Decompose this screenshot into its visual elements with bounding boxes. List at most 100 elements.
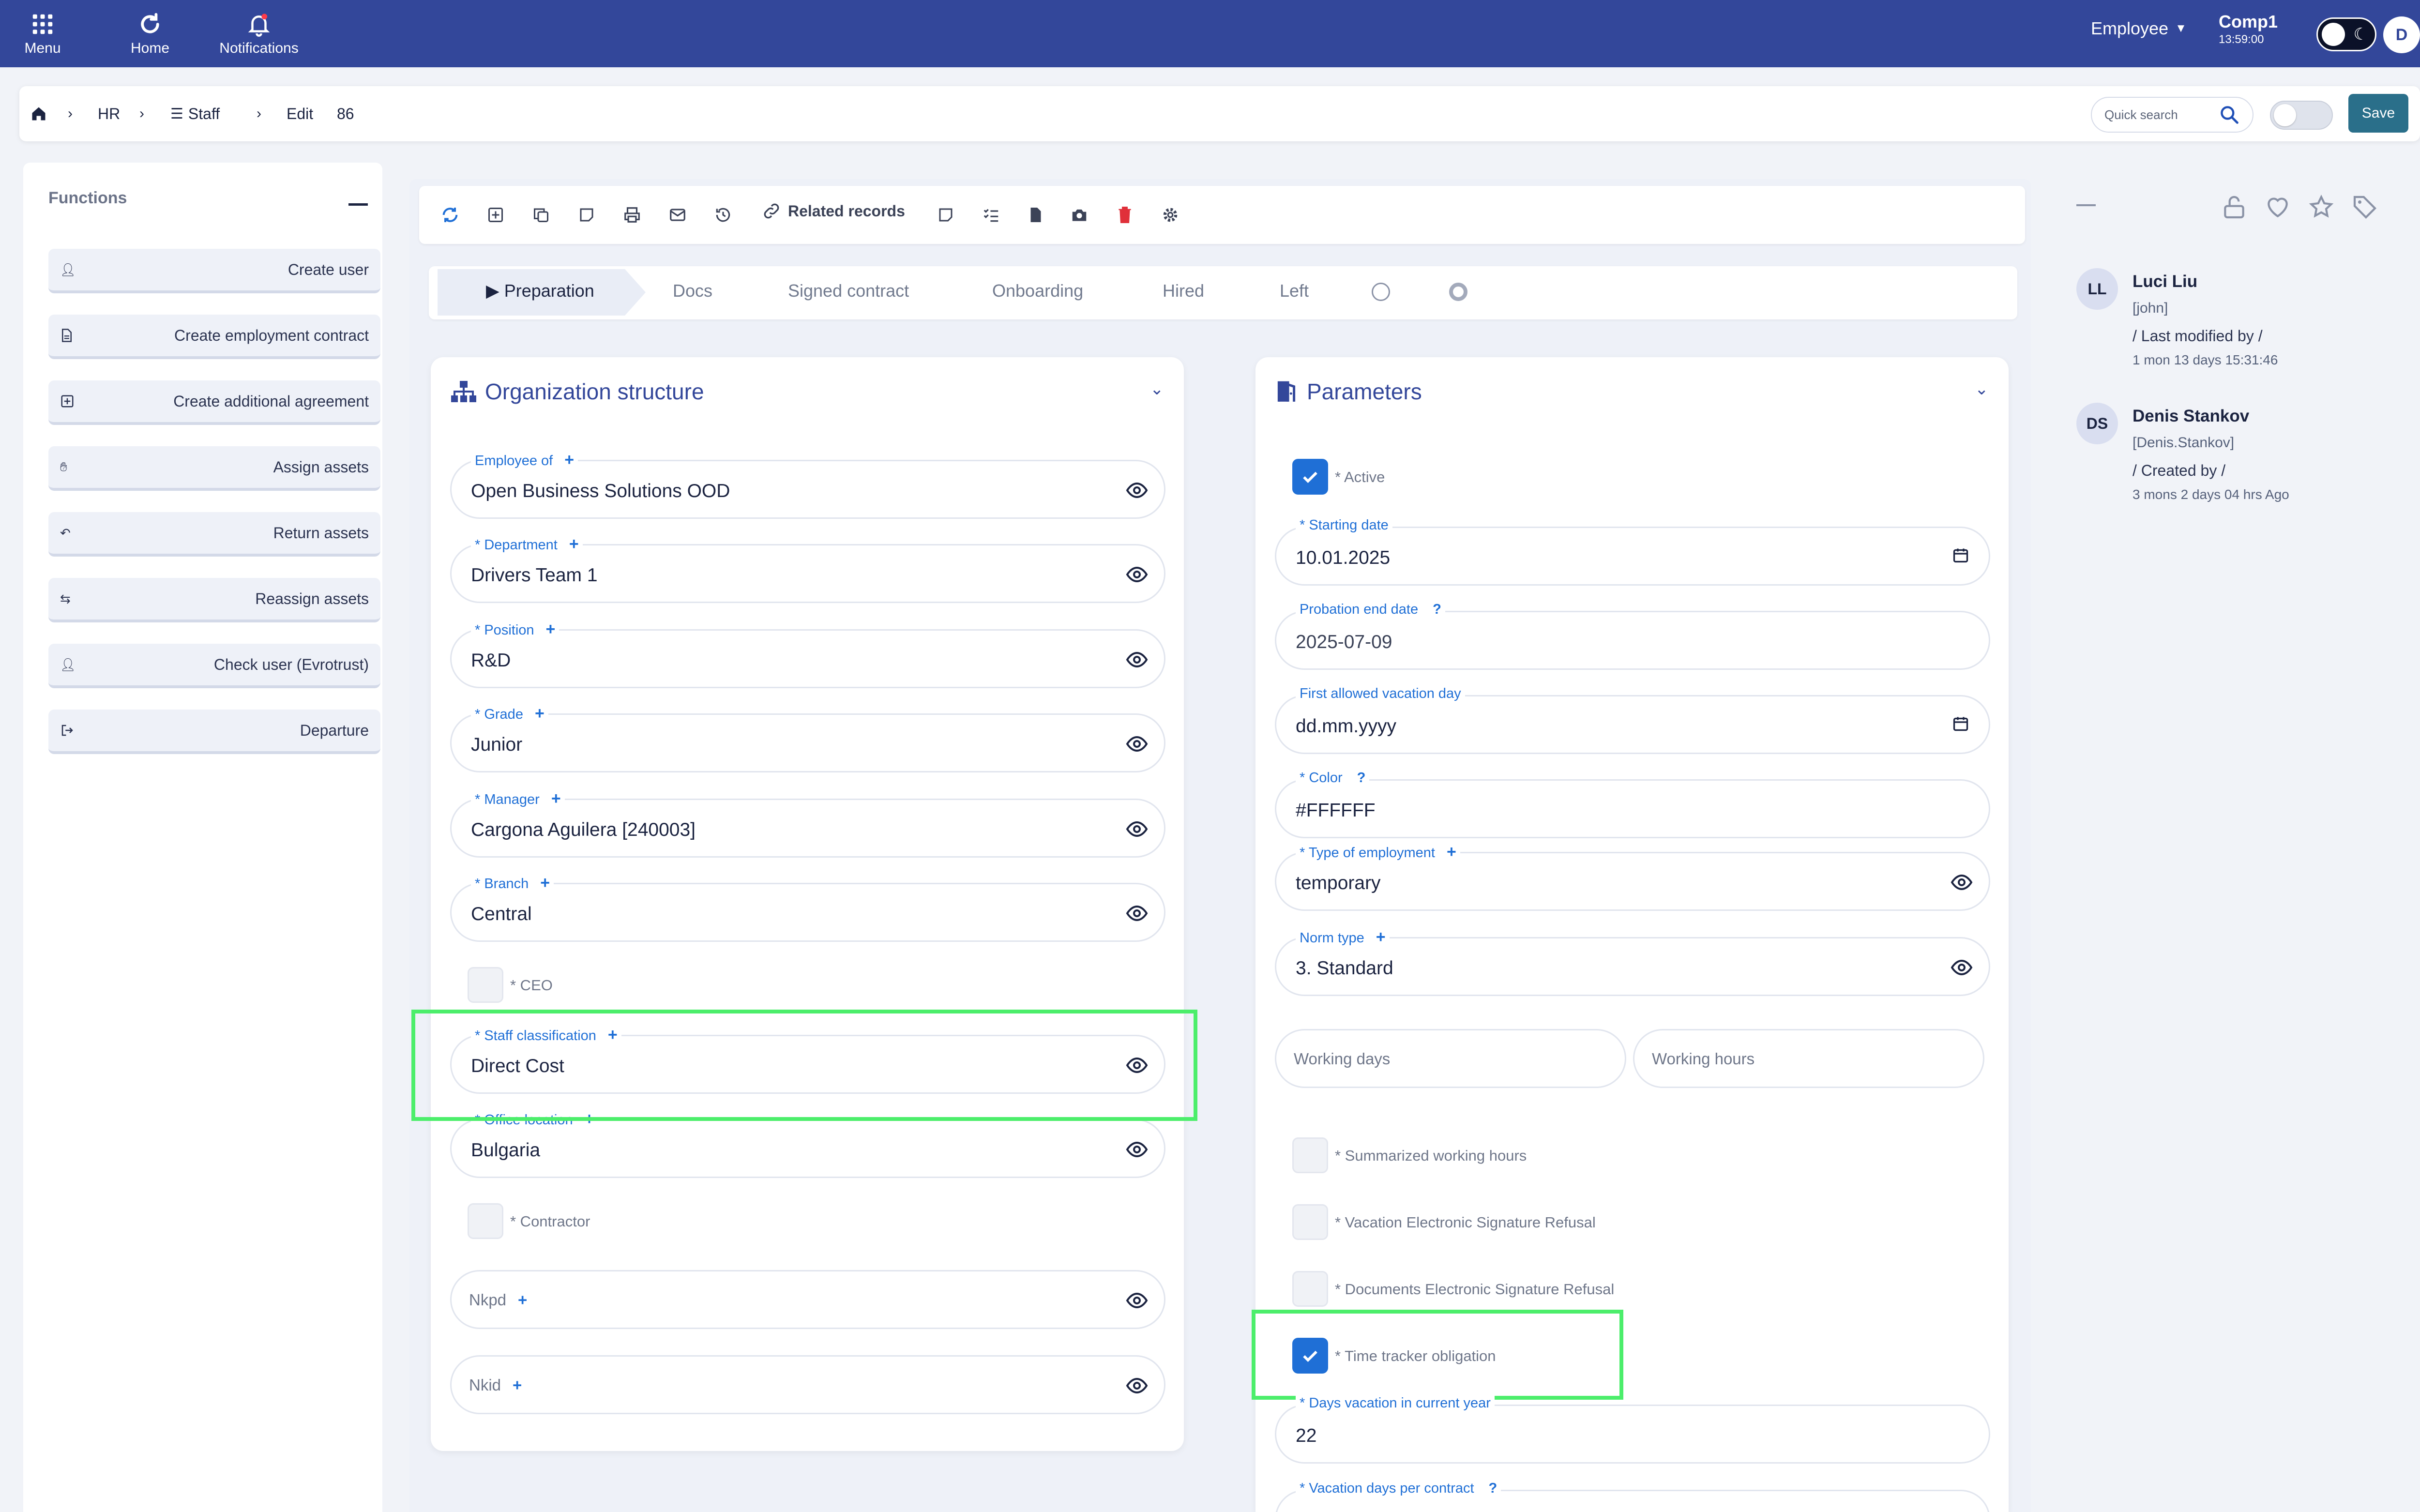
help-question-icon[interactable]: ? — [1357, 770, 1366, 786]
menu-button[interactable]: Menu — [15, 0, 71, 67]
add-plus-icon[interactable]: + — [546, 620, 556, 638]
eye-icon[interactable] — [1125, 902, 1149, 925]
assign-assets-button[interactable]: ✋︎ Assign assets — [48, 446, 380, 491]
copy-icon[interactable] — [529, 203, 553, 227]
departure-button[interactable]: Departure — [48, 710, 380, 754]
refresh-icon[interactable] — [439, 203, 462, 227]
working-days-field[interactable]: Working days — [1275, 1029, 1626, 1088]
delete-icon[interactable] — [1113, 203, 1136, 227]
collapse-minus-icon[interactable] — [348, 203, 368, 206]
email-icon[interactable] — [666, 203, 689, 227]
eye-icon[interactable] — [1125, 732, 1149, 756]
ceo-checkbox[interactable] — [468, 967, 503, 1003]
settings-gear-icon[interactable] — [1159, 203, 1182, 227]
stage-preparation[interactable]: ▶ Preparation — [486, 281, 594, 301]
working-hours-field[interactable]: Working hours — [1633, 1029, 1984, 1088]
chevron-down-icon[interactable]: ⌄ — [1150, 379, 1164, 399]
company-info[interactable]: Comp1 13:59:00 — [2219, 12, 2278, 46]
probation-end-date-field[interactable]: Probation end date? 2025-07-09 — [1275, 602, 1990, 670]
eye-icon[interactable] — [1950, 871, 1973, 894]
quick-search-input[interactable]: Quick search — [2091, 97, 2254, 133]
add-plus-icon[interactable]: + — [513, 1376, 522, 1394]
branch-field[interactable]: * Branch + Central — [450, 874, 1165, 942]
employee-of-field[interactable]: Employee of + Open Business Solutions OOD — [450, 451, 1165, 519]
nkid-field[interactable]: Nkid + — [450, 1355, 1165, 1414]
add-plus-icon[interactable]: + — [564, 451, 574, 469]
type-of-employment-field[interactable]: * Type of employment + temporary — [1275, 843, 1990, 911]
grade-field[interactable]: * Grade + Junior — [450, 704, 1165, 772]
tag-icon[interactable] — [2351, 194, 2378, 221]
eye-icon[interactable] — [1125, 1138, 1149, 1161]
documents-esig-refusal-checkbox[interactable] — [1292, 1271, 1328, 1307]
theme-toggle[interactable]: ☾ — [2316, 17, 2376, 51]
file-icon[interactable] — [1024, 203, 1047, 227]
eye-icon[interactable] — [1125, 563, 1149, 586]
calendar-icon[interactable] — [1952, 715, 1969, 732]
add-plus-icon[interactable]: + — [535, 704, 544, 723]
days-vacation-current-year-field[interactable]: * Days vacation in current year 22 — [1275, 1395, 1990, 1464]
org-structure-header[interactable]: Organization structure — [450, 378, 704, 405]
home-button[interactable]: Home — [121, 0, 179, 67]
add-record-icon[interactable] — [484, 203, 507, 227]
search-icon[interactable] — [2219, 104, 2240, 125]
stage-signed-contract[interactable]: Signed contract — [788, 281, 909, 301]
stage-hired[interactable]: Hired — [1163, 281, 1204, 301]
help-question-icon[interactable]: ? — [1433, 602, 1441, 617]
contractor-checkbox[interactable] — [468, 1203, 503, 1239]
calendar-icon[interactable] — [1952, 546, 1969, 564]
chevron-down-icon[interactable]: ⌄ — [1975, 379, 1989, 399]
position-field[interactable]: * Position + R&D — [450, 620, 1165, 688]
create-user-button[interactable]: 👤︎ Create user — [48, 249, 380, 293]
stage-docs[interactable]: Docs — [673, 281, 712, 301]
checklist-icon[interactable] — [980, 203, 1003, 227]
norm-type-field[interactable]: Norm type + 3. Standard — [1275, 928, 1990, 996]
activity-user-name[interactable]: Denis Stankov — [2133, 407, 2249, 426]
nkpd-field[interactable]: Nkpd + — [450, 1270, 1165, 1329]
create-employment-contract-button[interactable]: Create employment contract — [48, 315, 380, 359]
office-location-field[interactable]: * Office location + Bulgaria — [450, 1110, 1165, 1178]
camera-icon[interactable] — [1068, 203, 1091, 227]
summarized-hours-checkbox[interactable] — [1292, 1137, 1328, 1173]
related-records-button[interactable]: Related records — [762, 201, 905, 221]
add-plus-icon[interactable]: + — [1376, 928, 1386, 946]
activity-user-name[interactable]: Luci Liu — [2133, 272, 2197, 291]
edit-note-icon[interactable] — [934, 203, 957, 227]
history-icon[interactable] — [711, 203, 735, 227]
help-question-icon[interactable]: ? — [1489, 1481, 1497, 1496]
star-icon[interactable] — [2308, 194, 2335, 221]
heart-icon[interactable] — [2264, 194, 2291, 221]
add-plus-icon[interactable]: + — [569, 535, 579, 553]
vacation-days-per-contract-field[interactable]: * Vacation days per contract? — [1275, 1481, 1990, 1512]
save-button[interactable]: Save — [2348, 94, 2408, 133]
add-plus-icon[interactable]: + — [551, 789, 561, 808]
stage-onboarding[interactable]: Onboarding — [992, 281, 1083, 301]
edit-mode-toggle[interactable] — [2270, 101, 2333, 130]
eye-icon[interactable] — [1125, 1289, 1149, 1312]
reassign-assets-button[interactable]: ⇆ Reassign assets — [48, 578, 380, 622]
breadcrumb-item-hr[interactable]: HR — [98, 86, 120, 141]
add-plus-icon[interactable]: + — [540, 874, 550, 892]
eye-icon[interactable] — [1125, 817, 1149, 841]
parameters-header[interactable]: Parameters — [1275, 378, 1422, 405]
add-plus-icon[interactable]: + — [1447, 843, 1456, 861]
eye-icon[interactable] — [1125, 1374, 1149, 1397]
eye-icon[interactable] — [1950, 956, 1973, 979]
eye-icon[interactable] — [1125, 648, 1149, 671]
unlock-icon[interactable] — [2221, 194, 2248, 221]
user-avatar[interactable]: D — [2383, 16, 2420, 53]
stage-left[interactable]: Left — [1280, 281, 1309, 301]
first-vacation-day-field[interactable]: First allowed vacation day dd.mm.yyyy — [1275, 686, 1990, 754]
print-icon[interactable] — [620, 203, 644, 227]
return-assets-button[interactable]: ↶ Return assets — [48, 512, 380, 557]
stage-circle-icon[interactable] — [1372, 283, 1390, 301]
starting-date-field[interactable]: * Starting date 10.01.2025 — [1275, 517, 1990, 586]
add-plus-icon[interactable]: + — [518, 1291, 527, 1309]
color-field[interactable]: * Color? #FFFFFF — [1275, 770, 1990, 838]
department-field[interactable]: * Department + Drivers Team 1 — [450, 535, 1165, 603]
vacation-esig-refusal-checkbox[interactable] — [1292, 1204, 1328, 1240]
stage-target-icon[interactable] — [1449, 283, 1467, 301]
breadcrumb-item-staff[interactable]: ☰ Staff — [170, 86, 220, 141]
check-user-evrotrust-button[interactable]: 👤︎ Check user (Evrotrust) — [48, 644, 380, 688]
collapse-minus-icon[interactable] — [2076, 204, 2096, 206]
manager-field[interactable]: * Manager + Cargona Aguilera [240003] — [450, 789, 1165, 858]
